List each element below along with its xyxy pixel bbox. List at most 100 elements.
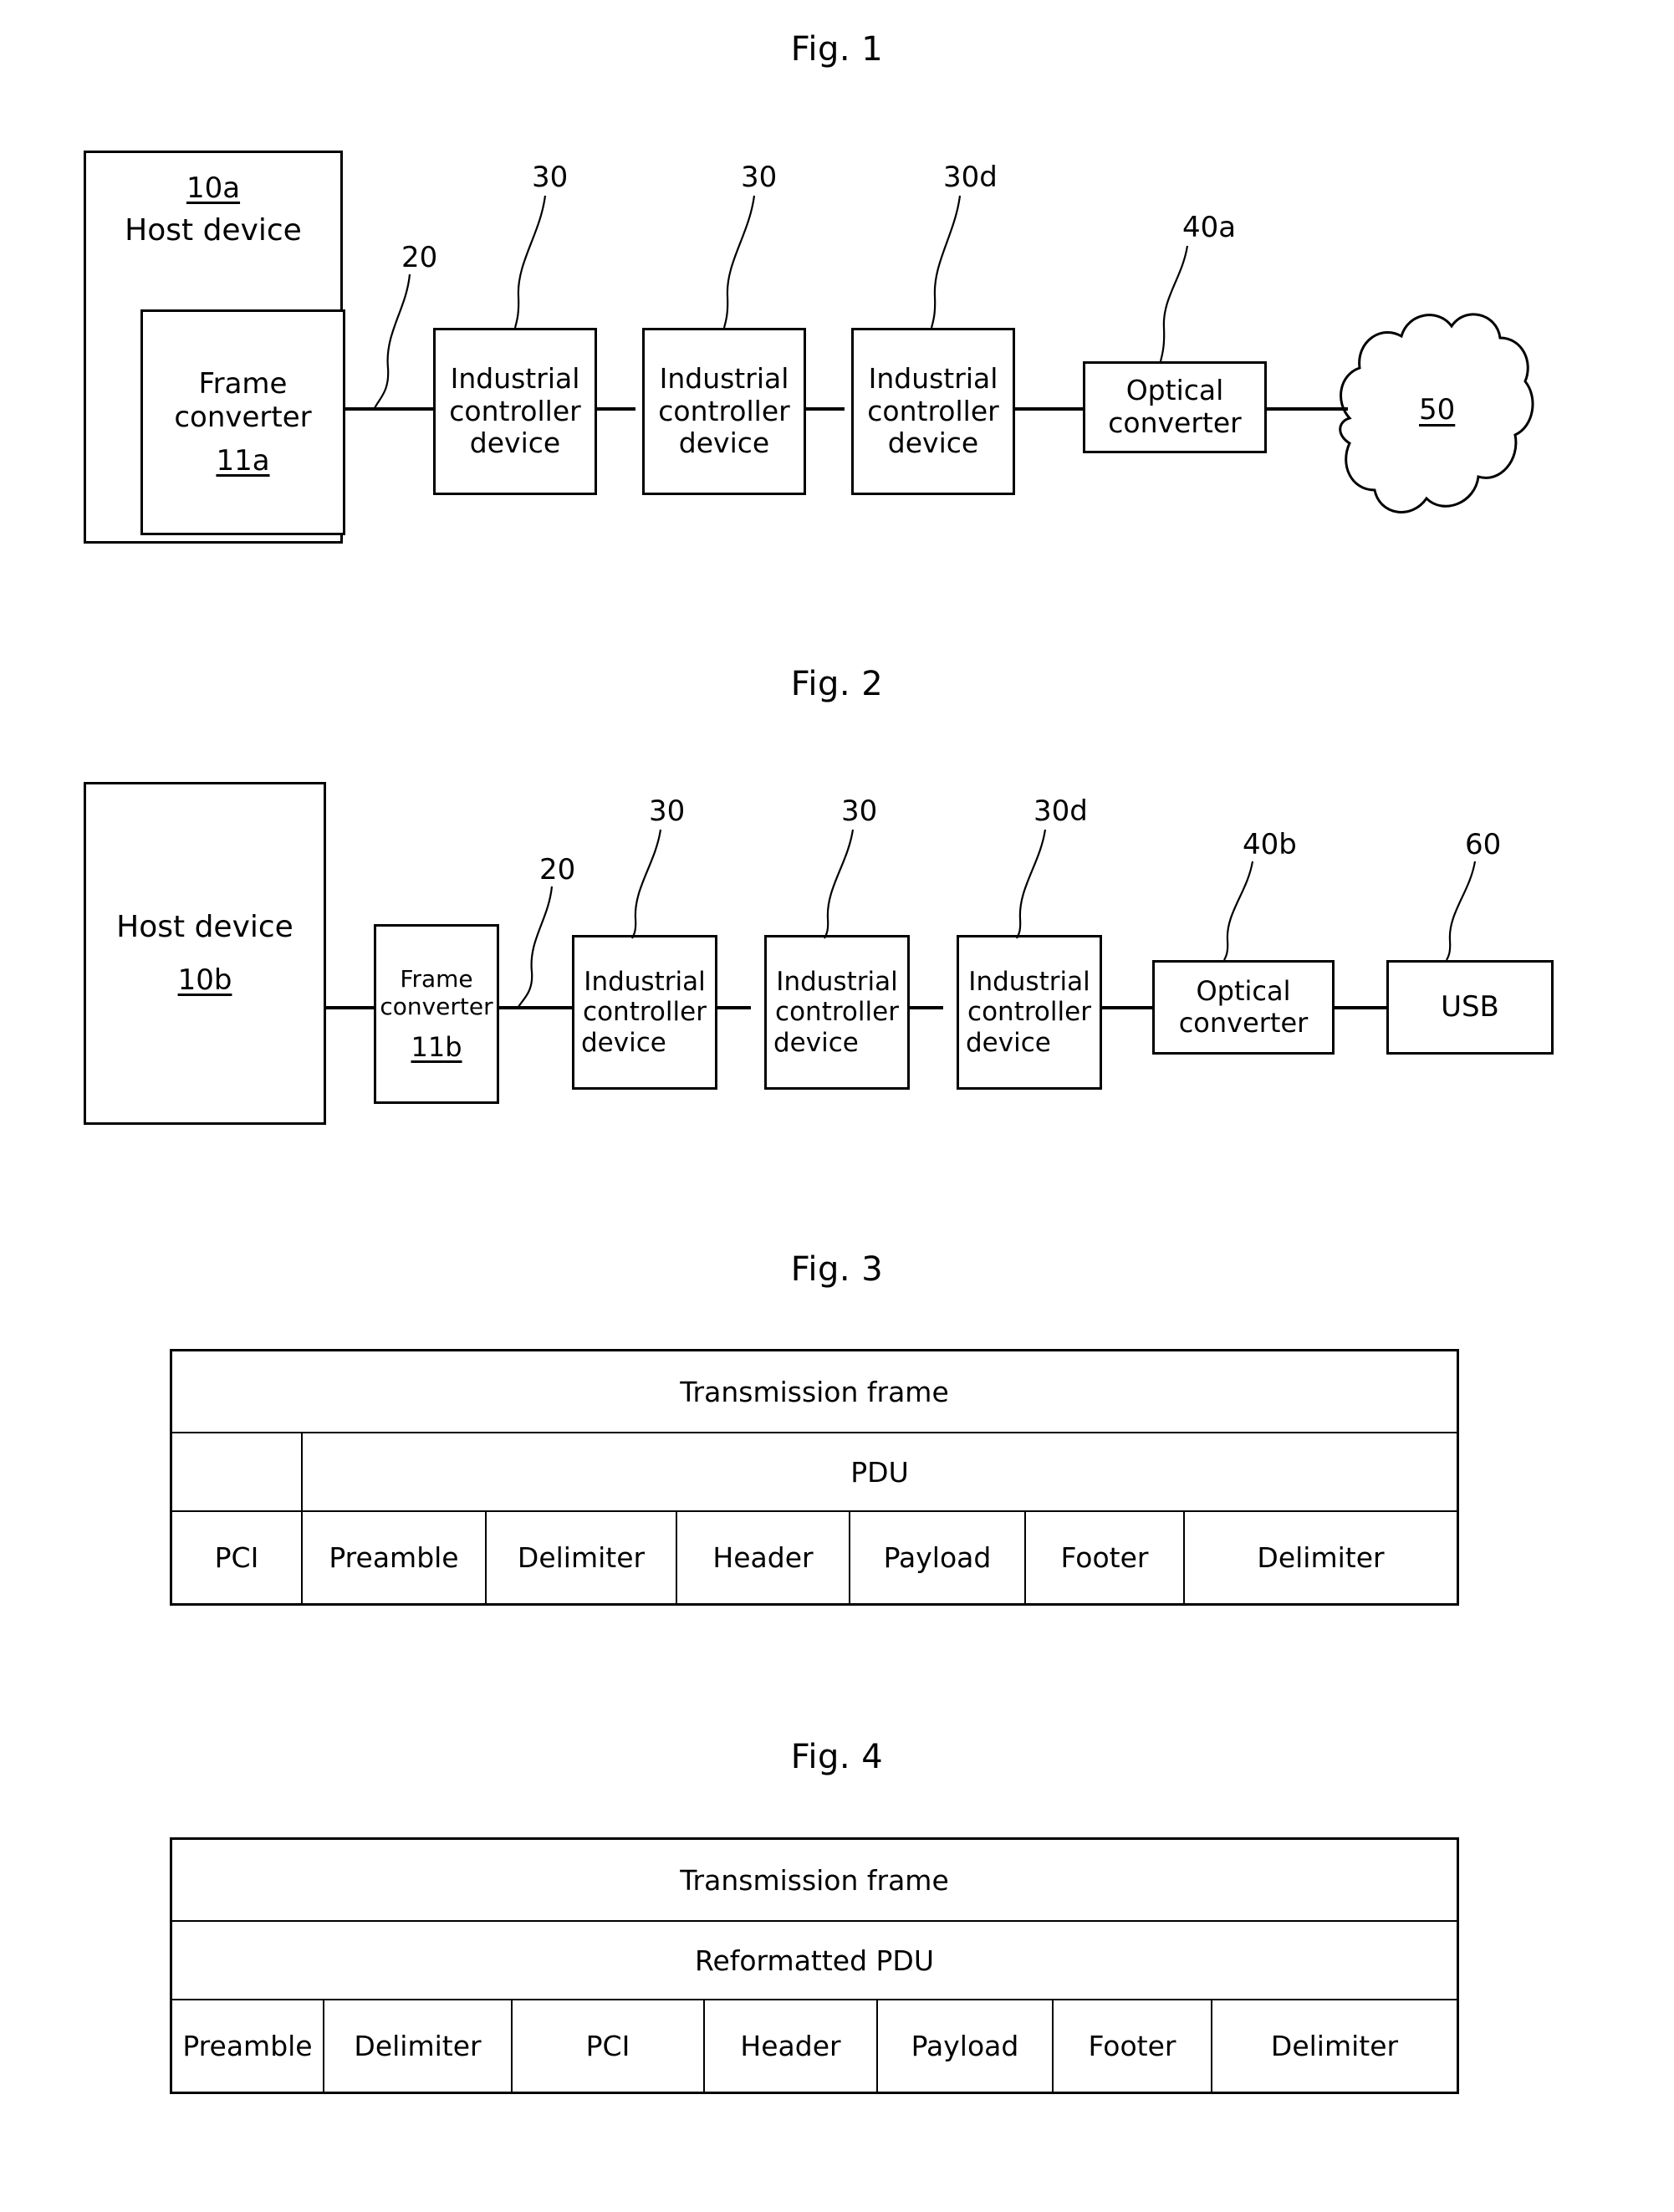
fig3-field-4: Payload <box>849 1512 1024 1603</box>
fig2-frame-converter-line2: converter <box>380 992 493 1020</box>
fig1-lead-30-a: 30 <box>532 161 569 194</box>
fig2-wire-c3-to-optical <box>1100 1006 1152 1009</box>
fig1-controller-1-line3: device <box>469 427 561 460</box>
fig2-controller-3-line1: Industrial <box>968 966 1090 997</box>
figure-3-title: Fig. 3 <box>790 1250 884 1289</box>
fig4-field-2: PCI <box>511 2000 703 2092</box>
fig1-frame-converter-ref: 11a <box>216 444 270 478</box>
fig1-lead-30-b: 30 <box>741 161 778 194</box>
fig2-frame-converter-line1: Frame <box>400 964 473 993</box>
fig3-field-3: Header <box>676 1512 849 1603</box>
fig1-controller-1-line1: Industrial <box>450 361 580 395</box>
fig1-wire-c1-to-c2 <box>594 407 635 411</box>
fig2-optical-line2: converter <box>1178 1006 1309 1039</box>
fig2-lead-30-a: 30 <box>649 794 686 828</box>
fig1-lead-40a: 40a <box>1182 211 1237 244</box>
fig1-lead-30d: 30d <box>943 161 998 194</box>
fig2-usb-box: USB <box>1386 960 1554 1055</box>
fig2-wire-c2-to-c3 <box>908 1006 943 1009</box>
fig2-leader-30-a <box>631 829 662 939</box>
fig1-optical-line1: Optical <box>1125 374 1224 407</box>
fig4-field-1: Delimiter <box>323 2000 511 2092</box>
fig1-industrial-controller-2: Industrial controller device <box>642 328 806 495</box>
fig2-frame-converter-box: Frame converter 11b <box>374 924 499 1104</box>
fig1-frame-converter-line1: Frame <box>198 366 288 401</box>
fig2-controller-1-line3: device <box>581 1027 666 1058</box>
fig1-industrial-controller-3: Industrial controller device <box>851 328 1015 495</box>
fig1-leader-30-a <box>513 195 547 329</box>
fig1-cloud-ref: 50 <box>1419 393 1456 427</box>
fig1-leader-20 <box>374 273 411 409</box>
fig2-wire-optical-to-usb <box>1333 1006 1388 1009</box>
fig1-industrial-controller-1: Industrial controller device <box>433 328 597 495</box>
fig1-controller-1-line2: controller <box>449 394 581 427</box>
fig4-field-6: Delimiter <box>1211 2000 1457 2092</box>
figure-4-title: Fig. 4 <box>790 1738 884 1776</box>
fig4-field-0: Preamble <box>182 2030 313 2062</box>
fig2-controller-2-line3: device <box>773 1027 859 1058</box>
fig2-lead-30d: 30d <box>1033 794 1088 828</box>
fig1-controller-2-line1: Industrial <box>659 361 789 395</box>
patent-drawing-sheet: Fig. 1 10a Host device Frame converter 1… <box>0 0 1674 2212</box>
fig2-host-label: Host device <box>116 909 293 944</box>
fig4-row-reformatted-pdu: Reformatted PDU <box>172 1920 1457 1999</box>
fig4-transmission-frame-label: Transmission frame <box>680 1863 949 1897</box>
fig2-controller-2-line2: controller <box>775 997 899 1028</box>
fig2-industrial-controller-3: Industrial controller device <box>957 935 1102 1090</box>
fig1-frame-converter-box: Frame converter 11a <box>140 309 345 535</box>
fig2-lead-30-b: 30 <box>841 794 878 828</box>
fig4-frame-table: Transmission frame Reformatted PDU Pream… <box>170 1837 1459 2094</box>
fig1-host-ref: 10a <box>186 171 241 205</box>
fig3-field-6: Delimiter <box>1183 1512 1457 1603</box>
fig2-leader-20 <box>518 886 554 1008</box>
fig2-host-ref: 10b <box>177 963 232 998</box>
fig4-field-3: Header <box>703 2000 876 2092</box>
fig3-frame-table: Transmission frame PDU PCI Preamble Deli… <box>170 1349 1459 1606</box>
fig3-pdu-row-empty-cell <box>172 1433 301 1510</box>
fig2-host-device-box: Host device 10b <box>84 782 326 1125</box>
fig1-frame-converter-line2: converter <box>174 400 312 434</box>
fig3-field-0: PCI <box>214 1541 259 1574</box>
fig3-row-transmission-frame: Transmission frame <box>172 1351 1457 1432</box>
fig1-controller-2-line3: device <box>678 427 770 460</box>
fig2-leader-60 <box>1446 861 1477 961</box>
fig3-field-5: Footer <box>1024 1512 1183 1603</box>
fig3-field-1: Preamble <box>301 1512 485 1603</box>
fig2-industrial-controller-2: Industrial controller device <box>764 935 910 1090</box>
fig3-row-pdu: PDU <box>172 1432 1457 1510</box>
fig1-leader-30d <box>930 195 962 329</box>
fig1-controller-3-line1: Industrial <box>868 361 998 395</box>
fig1-optical-converter-box: Optical converter <box>1083 361 1267 453</box>
fig2-leader-30-b <box>824 829 855 939</box>
fig2-controller-3-line2: controller <box>967 997 1091 1028</box>
fig2-controller-1-line2: controller <box>583 997 707 1028</box>
fig1-leader-40a <box>1159 245 1189 362</box>
fig1-optical-line2: converter <box>1108 406 1242 439</box>
fig4-reformatted-pdu-label: Reformatted PDU <box>695 1944 934 1977</box>
fig4-row-fields: Preamble Delimiter PCI Header Payload Fo… <box>172 1999 1457 2092</box>
fig2-leader-40b <box>1223 861 1254 961</box>
fig4-field-4: Payload <box>876 2000 1052 2092</box>
figure-2-title: Fig. 2 <box>790 665 884 703</box>
fig2-controller-1-line1: Industrial <box>584 966 706 997</box>
fig2-controller-2-line1: Industrial <box>776 966 898 997</box>
fig2-optical-line1: Optical <box>1196 974 1291 1007</box>
fig1-controller-2-line2: controller <box>658 394 790 427</box>
fig2-frame-converter-ref: 11b <box>411 1030 462 1063</box>
fig3-row-fields: PCI Preamble Delimiter Header Payload Fo… <box>172 1510 1457 1603</box>
fig2-leader-30d <box>1016 829 1047 939</box>
fig2-wire-host-to-fc <box>326 1006 376 1009</box>
fig2-usb-label: USB <box>1441 990 1499 1024</box>
fig2-controller-3-line3: device <box>966 1027 1051 1058</box>
fig3-field-2: Delimiter <box>485 1512 676 1603</box>
figure-1-title: Fig. 1 <box>790 30 884 69</box>
fig1-wire-c2-to-c3 <box>803 407 845 411</box>
fig1-host-label: Host device <box>125 213 302 248</box>
fig4-row-transmission-frame: Transmission frame <box>172 1840 1457 1920</box>
fig1-wire-c3-to-optical <box>1013 407 1085 411</box>
fig1-controller-3-line3: device <box>887 427 979 460</box>
fig1-controller-3-line2: controller <box>867 394 999 427</box>
fig4-field-5: Footer <box>1052 2000 1211 2092</box>
fig2-optical-converter-box: Optical converter <box>1152 960 1335 1055</box>
fig3-transmission-frame-label: Transmission frame <box>680 1375 949 1408</box>
